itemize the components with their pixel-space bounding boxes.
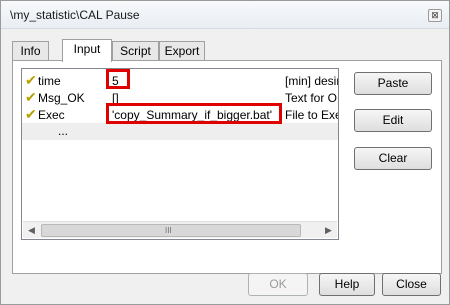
tab-export[interactable]: Export <box>159 41 205 61</box>
param-row-new[interactable]: ... <box>22 123 338 140</box>
param-row-time[interactable]: ✔ time 5 [min] desire <box>22 72 338 89</box>
scroll-right-icon[interactable]: ▶ <box>320 222 337 239</box>
tab-info[interactable]: Info <box>12 41 49 61</box>
clear-button[interactable]: Clear <box>354 147 432 170</box>
param-description: Text for OK <box>285 91 338 105</box>
tab-input[interactable]: Input <box>62 39 112 62</box>
scroll-thumb[interactable]: III <box>41 224 301 237</box>
highlight-exec-value <box>106 103 282 124</box>
parameter-grid[interactable]: ✔ time 5 [min] desire ✔ Msg_OK [] Text f… <box>21 68 339 240</box>
highlight-time-value <box>106 69 130 89</box>
param-name: Msg_OK <box>38 91 85 105</box>
param-name: Exec <box>38 108 65 122</box>
horizontal-scrollbar[interactable]: ◀ III ▶ <box>23 221 337 238</box>
dialog-window: \my_statistic\CAL Pause ⊠ Info Input Scr… <box>0 0 450 305</box>
checkmark-icon: ✔ <box>25 106 37 122</box>
new-row-ellipsis: ... <box>58 124 69 138</box>
ok-button[interactable]: OK <box>248 273 308 296</box>
checkmark-icon: ✔ <box>25 72 37 88</box>
grip-icon: III <box>165 226 172 235</box>
edit-button[interactable]: Edit <box>354 109 432 132</box>
scroll-left-icon[interactable]: ◀ <box>23 222 40 239</box>
checkmark-icon: ✔ <box>25 89 37 105</box>
tab-script[interactable]: Script <box>112 41 159 61</box>
help-button[interactable]: Help <box>319 273 375 296</box>
close-button[interactable]: Close <box>382 273 441 296</box>
close-window-button[interactable]: ⊠ <box>428 9 442 22</box>
param-description: [min] desire <box>285 74 338 88</box>
title-bar: \my_statistic\CAL Pause ⊠ <box>1 1 449 29</box>
paste-button[interactable]: Paste <box>354 72 432 95</box>
window-title: \my_statistic\CAL Pause <box>10 8 140 22</box>
param-description: File to Exec <box>285 108 338 122</box>
param-name: time <box>38 74 61 88</box>
